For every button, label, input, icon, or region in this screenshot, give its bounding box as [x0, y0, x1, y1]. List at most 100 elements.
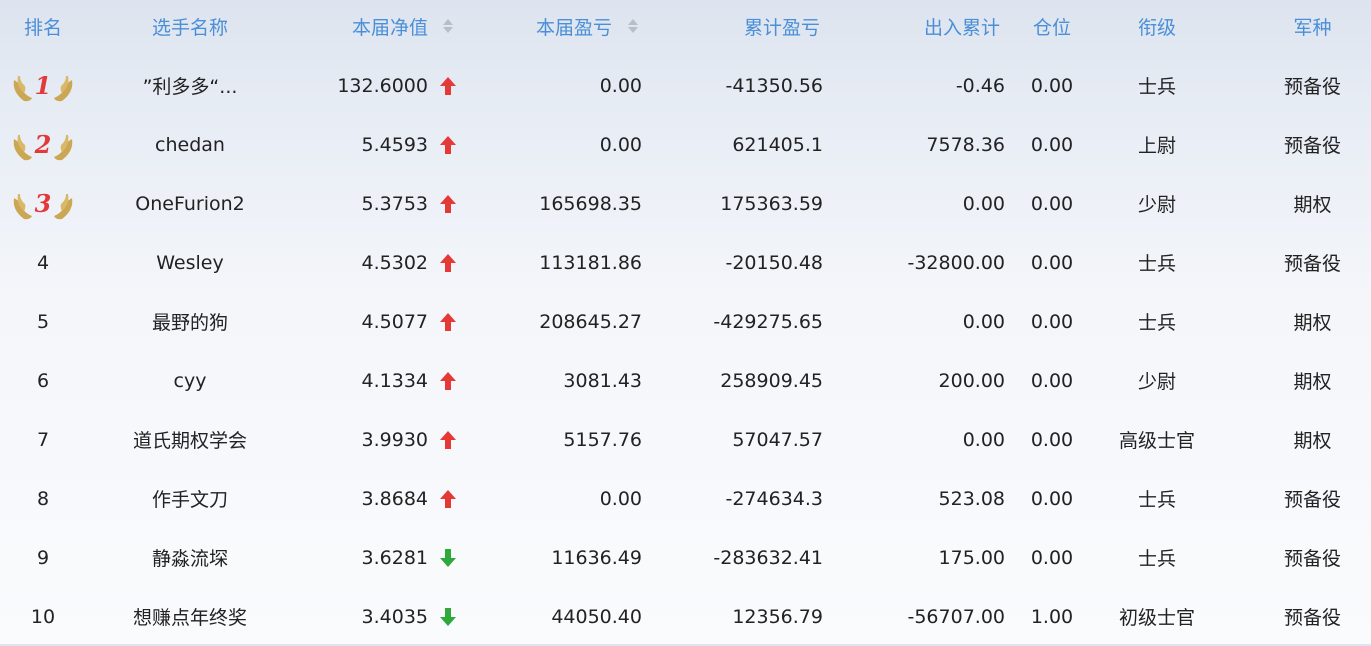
rank-cell: 9 — [36, 546, 50, 569]
position-value: 0.00 — [1030, 251, 1074, 274]
header-flow[interactable]: 出入累计 — [830, 0, 1000, 52]
arrow-up-icon — [436, 115, 460, 174]
flow-value: 0.00 — [962, 192, 1005, 215]
flow-value: 523.08 — [938, 487, 1005, 510]
player-name[interactable]: 想赚点年终奖 — [95, 587, 285, 646]
rank-cell: 3 — [0, 174, 86, 233]
ranking-table: 排名 选手名称 本届净值 本届盈亏 累计盈亏 出入累计 仓位 衔级 军种 1 ”利… — [0, 0, 1371, 644]
header-rank[interactable]: 排名 — [0, 0, 86, 52]
table-row[interactable]: 9 静淼流堔 3.6281 11636.49 -283632.41 175.00 0.00 士… — [0, 528, 1371, 587]
header-title[interactable]: 衔级 — [1100, 0, 1214, 52]
table-row[interactable]: 10 想赚点年终奖 3.4035 44050.40 12356.79 -56707.00 1… — [0, 587, 1371, 646]
player-name[interactable]: ”利多多“... — [95, 56, 285, 115]
account-type: 期权 — [1293, 371, 1332, 393]
position-value: 0.00 — [1030, 192, 1074, 215]
flow-value: 0.00 — [962, 428, 1005, 451]
position-value: 0.00 — [1030, 74, 1074, 97]
rank-title: 少尉 — [1137, 371, 1176, 393]
rank-title: 少尉 — [1137, 194, 1176, 216]
header-type[interactable]: 军种 — [1255, 0, 1370, 52]
header-cum-pnl[interactable]: 累计盈亏 — [650, 0, 820, 52]
cum-pnl-value: 57047.57 — [732, 428, 823, 451]
table-row[interactable]: 2 chedan 5.4593 0.00 621405.1 7578.36 0.00 上尉 预备… — [0, 115, 1371, 174]
table-row[interactable]: 6 cyy 4.1334 3081.43 258909.45 200.00 0.00 少尉 期权 — [0, 351, 1371, 410]
position-value: 0.00 — [1030, 546, 1074, 569]
header-pnl[interactable]: 本届盈亏 — [470, 0, 612, 52]
player-name[interactable]: 道氏期权学会 — [95, 410, 285, 469]
table-row[interactable]: 1 ”利多多“... 132.6000 0.00 -41350.56 -0.46 0.00 士… — [0, 56, 1371, 115]
cum-pnl-value: -41350.56 — [725, 74, 823, 97]
table-row[interactable]: 3 OneFurion2 5.3753 165698.35 175363.59 0.00 0… — [0, 174, 1371, 233]
rank-cell: 8 — [36, 487, 50, 510]
position-value: 0.00 — [1030, 428, 1074, 451]
rank-cell: 6 — [36, 369, 50, 392]
nav-value: 5.3753 — [361, 192, 428, 215]
rank-title: 士兵 — [1137, 76, 1176, 98]
player-name[interactable]: 最野的狗 — [95, 292, 285, 351]
sort-icon[interactable] — [622, 0, 644, 52]
cum-pnl-value: -283632.41 — [713, 546, 823, 569]
header-position[interactable]: 仓位 — [1012, 0, 1092, 52]
rank-title: 上尉 — [1137, 135, 1176, 157]
pnl-value: 165698.35 — [539, 192, 642, 215]
account-type: 预备役 — [1283, 253, 1341, 275]
nav-value: 4.1334 — [361, 369, 428, 392]
laurel-medal-icon: 2 — [10, 127, 76, 163]
table-row[interactable]: 7 道氏期权学会 3.9930 5157.76 57047.57 0.00 0.00 高级士官… — [0, 410, 1371, 469]
player-name[interactable]: Wesley — [95, 233, 285, 292]
player-name[interactable]: 静淼流堔 — [95, 528, 285, 587]
position-value: 0.00 — [1030, 369, 1074, 392]
sort-icon[interactable] — [436, 0, 460, 52]
account-type: 期权 — [1293, 312, 1332, 334]
nav-value: 5.4593 — [361, 133, 428, 156]
rank-cell: 2 — [0, 115, 86, 174]
account-type: 期权 — [1293, 194, 1332, 216]
pnl-value: 0.00 — [599, 133, 642, 156]
flow-value: 200.00 — [938, 369, 1005, 392]
rank-title: 初级士官 — [1118, 607, 1195, 629]
flow-value: 7578.36 — [926, 133, 1005, 156]
position-value: 1.00 — [1030, 605, 1074, 628]
player-name[interactable]: chedan — [95, 115, 285, 174]
cum-pnl-value: -274634.3 — [725, 487, 823, 510]
flow-value: 175.00 — [938, 546, 1005, 569]
pnl-value: 5157.76 — [563, 428, 642, 451]
nav-value: 3.9930 — [361, 428, 428, 451]
pnl-value: 11636.49 — [551, 546, 642, 569]
account-type: 预备役 — [1283, 76, 1341, 98]
table-row[interactable]: 5 最野的狗 4.5077 208645.27 -429275.65 0.00 0.00 士兵… — [0, 292, 1371, 351]
account-type: 预备役 — [1283, 548, 1341, 570]
flow-value: -56707.00 — [907, 605, 1005, 628]
cum-pnl-value: -429275.65 — [713, 310, 823, 333]
table-row[interactable]: 4 Wesley 4.5302 113181.86 -20150.48 -32800.00… — [0, 233, 1371, 292]
header-nav[interactable]: 本届净值 — [290, 0, 428, 52]
arrow-up-icon — [436, 351, 460, 410]
player-name[interactable]: OneFurion2 — [95, 174, 285, 233]
pnl-value: 208645.27 — [539, 310, 642, 333]
arrow-down-icon — [436, 587, 460, 646]
arrow-up-icon — [436, 56, 460, 115]
arrow-up-icon — [436, 469, 460, 528]
rank-title: 士兵 — [1137, 253, 1176, 275]
cum-pnl-value: 621405.1 — [732, 133, 823, 156]
position-value: 0.00 — [1030, 310, 1074, 333]
arrow-up-icon — [436, 410, 460, 469]
cum-pnl-value: 175363.59 — [720, 192, 823, 215]
arrow-down-icon — [436, 528, 460, 587]
player-name[interactable]: 作手文刀 — [95, 469, 285, 528]
table-row[interactable]: 8 作手文刀 3.8684 0.00 -274634.3 523.08 0.00 士兵 预备役 — [0, 469, 1371, 528]
pnl-value: 0.00 — [599, 74, 642, 97]
account-type: 预备役 — [1283, 489, 1341, 511]
rank-title: 士兵 — [1137, 312, 1176, 334]
nav-value: 132.6000 — [337, 74, 428, 97]
header-name[interactable]: 选手名称 — [95, 0, 285, 52]
account-type: 期权 — [1293, 430, 1332, 452]
rank-cell: 4 — [36, 251, 50, 274]
pnl-value: 3081.43 — [563, 369, 642, 392]
rank-title: 士兵 — [1137, 489, 1176, 511]
nav-value: 3.6281 — [361, 546, 428, 569]
flow-value: 0.00 — [962, 310, 1005, 333]
pnl-value: 44050.40 — [551, 605, 642, 628]
rank-cell: 1 — [0, 56, 86, 115]
player-name[interactable]: cyy — [95, 351, 285, 410]
